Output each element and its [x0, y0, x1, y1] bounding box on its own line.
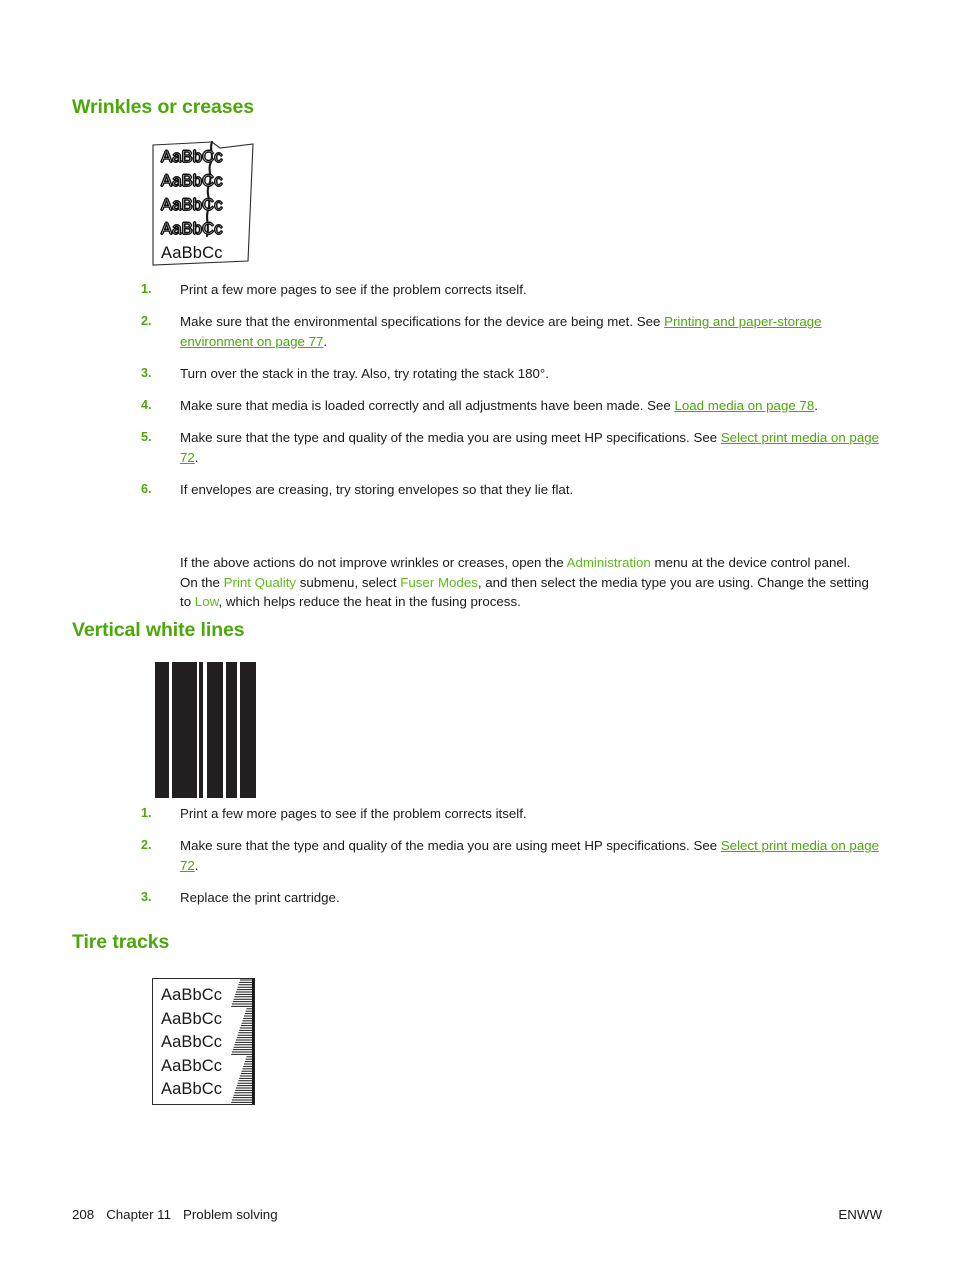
list-item-text: Print a few more pages to see if the pro… — [180, 806, 527, 821]
white-streak — [223, 662, 226, 798]
list-item-text: Make sure that the type and quality of t… — [180, 838, 879, 872]
wrinkles-or-creases-sample: AaBbCc AaBbCc AaBbCc AaBbCc AaBbCc — [152, 140, 255, 266]
page-footer: 208 Chapter 11 Problem solving ENWW — [72, 1207, 882, 1222]
list-item: 6. If envelopes are creasing, try storing… — [128, 480, 880, 499]
white-streak — [197, 662, 199, 798]
list-item: 2. Make sure that the environmental speci… — [128, 312, 880, 351]
list-item-number: 3. — [141, 365, 152, 380]
white-streak — [237, 662, 240, 798]
list-item: 3. Turn over the stack in the tray. Also,… — [128, 364, 880, 383]
page-number: 208 — [72, 1207, 95, 1222]
text-run: If the above actions do not improve wrin… — [180, 555, 567, 571]
chapter-number: Chapter 11 — [106, 1207, 171, 1222]
list-item: 1. Print a few more pages to see if the p… — [128, 280, 880, 299]
footer-left: 208 Chapter 11 Problem solving — [72, 1207, 278, 1222]
list-item-number: 2. — [141, 314, 152, 329]
text-run: Print a few more pages to see if the pro… — [180, 282, 527, 297]
cross-reference-link[interactable]: Load media on page 78 — [674, 398, 814, 413]
list-item: 1. Print a few more pages to see if the p… — [128, 804, 880, 823]
list-item-number: 1. — [141, 806, 152, 820]
sample-text-line: AaBbCc — [161, 220, 224, 239]
list-item: 2. Make sure that the type and quality of… — [128, 836, 880, 875]
list-item: 4. Make sure that media is loaded correct… — [128, 396, 880, 415]
steps-list-wrinkles: 1. Print a few more pages to see if the p… — [128, 280, 880, 512]
tire-track-hatching-icon — [231, 979, 255, 1104]
heading-wrinkles-or-creases: Wrinkles or creases — [72, 96, 255, 118]
white-streak — [169, 662, 172, 798]
text-run: Print a few more pages to see if the pro… — [180, 806, 527, 821]
list-item-number: 4. — [141, 398, 152, 413]
sample-text-line: AaBbCc — [161, 148, 224, 167]
paragraph-wrinkles-followup: If the above actions do not improve wrin… — [180, 553, 870, 611]
text-run: , which helps reduce the heat in the fus… — [218, 593, 521, 609]
chapter-title: Problem solving — [183, 1207, 278, 1222]
list-item-number: 6. — [141, 482, 152, 497]
text-run: . — [323, 333, 328, 349]
text-run: Make sure that the type and quality of t… — [180, 838, 721, 854]
control-panel-term: Administration — [566, 555, 651, 571]
steps-list-vertical-white-lines: 1. Print a few more pages to see if the p… — [128, 804, 880, 920]
list-item: 5. Make sure that the type and quality of… — [128, 428, 880, 467]
vertical-white-lines-sample — [155, 662, 260, 798]
list-item: 3. Replace the print cartridge. — [128, 888, 880, 907]
sample-text-block: AaBbCc AaBbCc AaBbCc AaBbCc AaBbCc — [161, 145, 255, 265]
sample-text-line: AaBbCc — [161, 244, 223, 262]
text-run: Turn over the stack in the tray. Also, t… — [180, 365, 549, 381]
control-panel-term: Print Quality — [223, 574, 297, 590]
white-streak — [256, 662, 260, 798]
document-page: Wrinkles or creases AaBbCc AaBbCc AaBbCc… — [0, 0, 954, 1270]
list-item-text: Replace the print cartridge. — [180, 890, 340, 905]
heading-tire-tracks: Tire tracks — [72, 931, 170, 953]
text-run: Make sure that the environmental specifi… — [180, 314, 665, 330]
list-item-text: Turn over the stack in the tray. Also, t… — [180, 366, 549, 381]
text-run: . — [194, 857, 199, 873]
text-run: If envelopes are creasing, try storing e… — [180, 482, 574, 498]
sample-text-line: AaBbCc — [161, 172, 224, 191]
heading-vertical-white-lines: Vertical white lines — [72, 619, 245, 641]
text-run: . — [814, 398, 818, 414]
list-item-number: 3. — [141, 889, 152, 904]
control-panel-term: Low — [194, 593, 219, 609]
text-run: submenu, select — [296, 574, 401, 590]
locale-code: ENWW — [838, 1207, 882, 1222]
control-panel-term: Fuser Modes — [400, 574, 478, 590]
list-item-text: Make sure that the type and quality of t… — [180, 430, 879, 464]
text-run: Make sure that media is loaded correctly… — [180, 398, 675, 414]
tire-tracks-sample: AaBbCc AaBbCc AaBbCc AaBbCc AaBbCc — [152, 978, 255, 1105]
white-streak — [203, 662, 207, 798]
text-run: Make sure that the type and quality of t… — [180, 430, 721, 446]
list-item-text: Make sure that the environmental specifi… — [180, 314, 822, 348]
list-item-text: Make sure that media is loaded correctly… — [180, 398, 818, 413]
list-item-number: 1. — [141, 282, 152, 296]
sample-text-line: AaBbCc — [161, 196, 224, 215]
list-item-text: Print a few more pages to see if the pro… — [180, 282, 527, 297]
text-run: . — [194, 449, 199, 465]
text-run: Replace the print cartridge. — [180, 889, 340, 905]
list-item-text: If envelopes are creasing, try storing e… — [180, 482, 573, 497]
list-item-number: 5. — [141, 430, 152, 445]
list-item-number: 2. — [141, 838, 152, 853]
